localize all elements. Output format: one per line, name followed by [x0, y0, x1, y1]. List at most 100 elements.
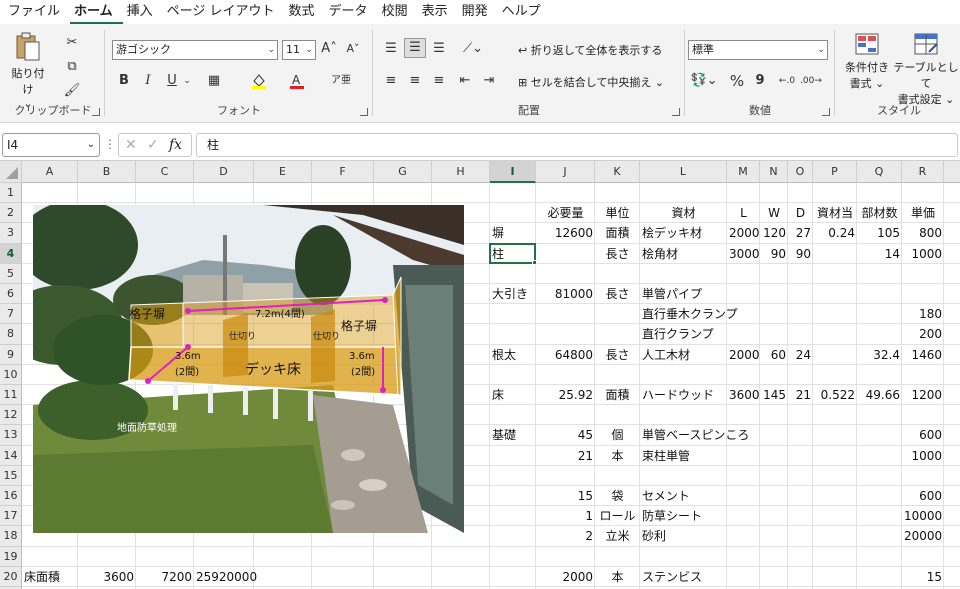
column-header-l[interactable]: L	[640, 161, 727, 183]
cell-r7[interactable]: 180	[902, 304, 944, 324]
cell-k20[interactable]: 本	[595, 567, 640, 587]
row-header-16[interactable]: 16	[0, 486, 22, 507]
column-header-h[interactable]: H	[432, 161, 490, 183]
cell-r3[interactable]: 800	[902, 223, 944, 243]
column-header-a[interactable]: A	[22, 161, 78, 183]
cell-j17[interactable]: 1	[536, 506, 595, 526]
cell-k16[interactable]: 袋	[595, 486, 640, 506]
row-header-15[interactable]: 15	[0, 465, 22, 486]
cell-n11[interactable]: 145	[760, 385, 788, 405]
currency-icon[interactable]: 💱⌄	[690, 72, 718, 90]
number-launcher-icon[interactable]	[822, 108, 830, 116]
italic-button[interactable]: I	[140, 72, 156, 90]
align-top-icon[interactable]: ☰	[382, 40, 400, 58]
cell-m4[interactable]: 3000	[727, 244, 760, 264]
font-color-icon[interactable]: A	[286, 72, 308, 96]
formula-input[interactable]: 柱	[196, 133, 958, 157]
column-header-f[interactable]: F	[312, 161, 374, 183]
menu-view[interactable]: 表示	[418, 0, 458, 24]
column-header-d[interactable]: D	[194, 161, 254, 183]
increase-decimal-icon[interactable]: ←.0	[776, 72, 798, 90]
cut-icon[interactable]: ✂	[62, 34, 82, 52]
cell-j18[interactable]: 2	[536, 526, 595, 546]
row-header-17[interactable]: 17	[0, 506, 22, 527]
cell-k3[interactable]: 面積	[595, 223, 640, 243]
cell-k13[interactable]: 個	[595, 425, 640, 445]
column-header-m[interactable]: M	[727, 161, 760, 183]
row-header-6[interactable]: 6	[0, 284, 22, 305]
column-header-p[interactable]: P	[813, 161, 857, 183]
align-left-icon[interactable]: ≡	[382, 72, 400, 90]
cell-i13[interactable]: 基礎	[490, 425, 536, 445]
row-header-20[interactable]: 20	[0, 566, 22, 587]
cell-j3[interactable]: 12600	[536, 223, 595, 243]
cell-o11[interactable]: 21	[788, 385, 813, 405]
column-header-j[interactable]: J	[536, 161, 595, 183]
menu-help[interactable]: ヘルプ	[498, 0, 551, 24]
clipboard-launcher-icon[interactable]	[92, 108, 100, 116]
cell-k9[interactable]: 長さ	[595, 345, 640, 365]
cell-i3[interactable]: 塀	[490, 223, 536, 243]
menu-developer[interactable]: 開発	[458, 0, 498, 24]
cell-m2[interactable]: L	[727, 203, 760, 223]
cell-l9[interactable]: 人工木材	[640, 345, 727, 365]
cell-l17[interactable]: 防草シート	[640, 506, 727, 526]
cell-s3[interactable]: 1	[944, 223, 960, 243]
menu-formulas[interactable]: 数式	[285, 0, 325, 24]
cell-q4[interactable]: 14	[857, 244, 902, 264]
percent-button[interactable]: %	[728, 72, 746, 90]
row-header-1[interactable]: 1	[0, 183, 22, 204]
menu-page-layout[interactable]: ページ レイアウト	[163, 0, 285, 24]
cell-i11[interactable]: 床	[490, 385, 536, 405]
cell-o4[interactable]: 90	[788, 244, 813, 264]
cell-q2[interactable]: 部材数	[857, 203, 902, 223]
font-name-select[interactable]: 游ゴシック ⌄	[112, 40, 278, 60]
wrap-text-button[interactable]: ↩ 折り返して全体を表示する	[518, 42, 668, 58]
cell-n3[interactable]: 120	[760, 223, 788, 243]
cell-b20[interactable]: 3600	[78, 567, 136, 587]
cell-l4[interactable]: 桧角材	[640, 244, 727, 264]
cell-l3[interactable]: 桧デッキ材	[640, 223, 727, 243]
cell-l11[interactable]: ハードウッド	[640, 385, 727, 405]
alignment-launcher-icon[interactable]	[672, 108, 680, 116]
cell-k17[interactable]: ロール	[595, 506, 640, 526]
row-header-19[interactable]: 19	[0, 546, 22, 567]
cell-n2[interactable]: W	[760, 203, 788, 223]
align-center-icon[interactable]: ≡	[406, 72, 424, 90]
cell-k2[interactable]: 単位	[595, 203, 640, 223]
number-format-select[interactable]: 標準 ⌄	[688, 40, 828, 60]
cell-o3[interactable]: 27	[788, 223, 813, 243]
column-header-b[interactable]: B	[78, 161, 136, 183]
conditional-format-button[interactable]: 条件付き 書式 ⌄	[840, 32, 894, 91]
menu-insert[interactable]: 挿入	[123, 0, 163, 24]
cell-j6[interactable]: 81000	[536, 284, 595, 304]
phonetic-icon[interactable]: ア亜	[330, 72, 352, 90]
cell-n9[interactable]: 60	[760, 345, 788, 365]
cell-r11[interactable]: 1200	[902, 385, 944, 405]
row-header-4[interactable]: 4	[0, 243, 22, 264]
row-header-7[interactable]: 7	[0, 304, 22, 325]
cell-r18[interactable]: 20000	[902, 526, 944, 546]
cell-a20[interactable]: 床面積	[22, 567, 78, 587]
enter-icon[interactable]: ✓	[147, 134, 159, 156]
column-header-q[interactable]: Q	[857, 161, 902, 183]
cell-p3[interactable]: 0.24	[813, 223, 857, 243]
cell-l8[interactable]: 直行クランプ	[640, 324, 727, 344]
fill-handle[interactable]	[532, 259, 537, 265]
cell-k14[interactable]: 本	[595, 446, 640, 466]
cell-p2[interactable]: 資材当	[813, 203, 857, 223]
format-painter-icon[interactable]: 🖌	[62, 82, 82, 100]
copy-icon[interactable]: ⧉	[62, 58, 82, 76]
cell-k6[interactable]: 長さ	[595, 284, 640, 304]
align-middle-icon[interactable]: ☰	[404, 38, 426, 58]
row-header-10[interactable]: 10	[0, 364, 22, 385]
font-size-select[interactable]: 11 ⌄	[282, 40, 316, 60]
underline-button[interactable]: U	[164, 72, 180, 90]
cell-q3[interactable]: 105	[857, 223, 902, 243]
cell-s20[interactable]: 20	[944, 567, 960, 587]
column-header-c[interactable]: C	[136, 161, 194, 183]
row-header-5[interactable]: 5	[0, 263, 22, 284]
cell-m3[interactable]: 2000	[727, 223, 760, 243]
cell-q11[interactable]: 49.66	[857, 385, 902, 405]
cell-j16[interactable]: 15	[536, 486, 595, 506]
